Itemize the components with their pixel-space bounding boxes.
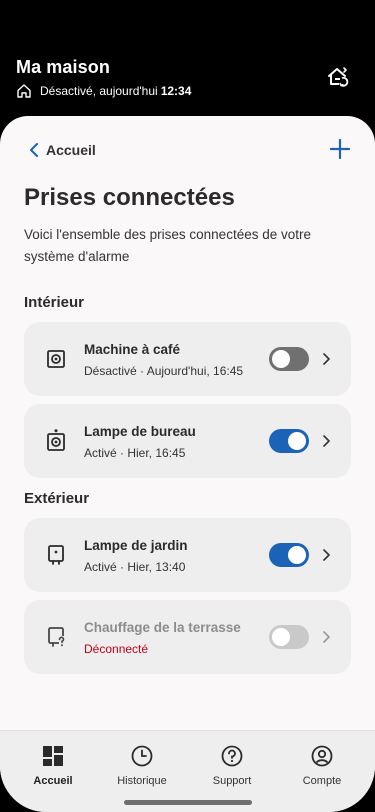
toggle-knob — [272, 350, 290, 368]
status-time: 12:34 — [160, 84, 192, 98]
tab-label: Support — [212, 775, 252, 787]
toggle-knob — [288, 546, 306, 564]
dashboard-icon — [43, 746, 63, 766]
device-toggle[interactable] — [269, 543, 309, 567]
clock-icon — [131, 745, 153, 767]
add-icon[interactable] — [329, 138, 351, 160]
tab-label: Accueil — [33, 775, 73, 787]
device-toggle[interactable] — [269, 347, 309, 371]
home-indicator[interactable] — [124, 800, 252, 805]
house-icon — [17, 84, 31, 98]
home-name: Ma maison — [16, 57, 110, 77]
device-name: Chauffage de la terrasse — [84, 620, 241, 635]
chevron-left-icon — [30, 143, 38, 157]
help-icon — [221, 745, 243, 767]
tab-historique[interactable]: Historique — [97, 745, 187, 787]
status-text: Désactivé, aujourd'hui — [40, 84, 158, 98]
phone-screen: Ma maison Désactivé, aujourd'hui 12:34 A… — [0, 0, 375, 812]
plug-unknown-icon — [48, 627, 65, 647]
alarm-status: Désactivé, aujourd'hui 12:34 — [16, 83, 191, 99]
page-title: Prises connectées — [24, 184, 235, 211]
tab-compte[interactable]: Compte — [277, 745, 367, 787]
device-toggle[interactable] — [269, 429, 309, 453]
toggle-knob — [288, 432, 306, 450]
tab-label: Historique — [117, 775, 167, 787]
chevron-right-icon — [323, 435, 330, 447]
device-card-terrace-heater[interactable]: Chauffage de la terrasse Déconnecté — [24, 600, 351, 674]
back-label: Accueil — [46, 142, 96, 158]
smart-plug-icon — [47, 350, 65, 368]
device-name: Lampe de bureau — [84, 424, 196, 439]
device-card-desk-lamp[interactable]: Lampe de bureau Activé · Hier, 16:45 — [24, 404, 351, 478]
tab-support[interactable]: Support — [187, 745, 277, 787]
device-card-coffee-machine[interactable]: Machine à café Désactivé · Aujourd'hui, … — [24, 322, 351, 396]
device-status: Déconnecté — [84, 642, 149, 656]
page-description: Voici l'ensemble des prises connectées d… — [24, 227, 311, 264]
device-name: Machine à café — [84, 342, 181, 357]
content-sheet: Accueil Prises connectées Voici l'ensemb… — [0, 116, 375, 812]
device-status: Activé · Hier, 16:45 — [84, 446, 186, 460]
tab-accueil[interactable]: Accueil — [8, 745, 98, 787]
toggle-knob — [272, 628, 290, 646]
chevron-right-icon — [323, 549, 330, 561]
section-title-exterior: Extérieur — [24, 490, 90, 507]
section-title-interior: Intérieur — [24, 294, 85, 311]
chevron-right-icon — [323, 353, 330, 365]
switch-home-icon[interactable] — [325, 64, 351, 90]
device-status: Activé · Hier, 13:40 — [84, 560, 186, 574]
tab-label: Compte — [302, 775, 342, 787]
user-icon — [311, 745, 333, 767]
device-status: Désactivé · Aujourd'hui, 16:45 — [84, 364, 244, 378]
outdoor-plug-icon — [48, 545, 64, 565]
smart-plug-on-icon — [47, 429, 65, 451]
device-name: Lampe de jardin — [84, 538, 188, 553]
back-button[interactable]: Accueil — [28, 142, 96, 158]
chevron-right-icon — [323, 631, 330, 643]
device-toggle[interactable] — [269, 625, 309, 649]
device-card-garden-lamp[interactable]: Lampe de jardin Activé · Hier, 13:40 — [24, 518, 351, 592]
